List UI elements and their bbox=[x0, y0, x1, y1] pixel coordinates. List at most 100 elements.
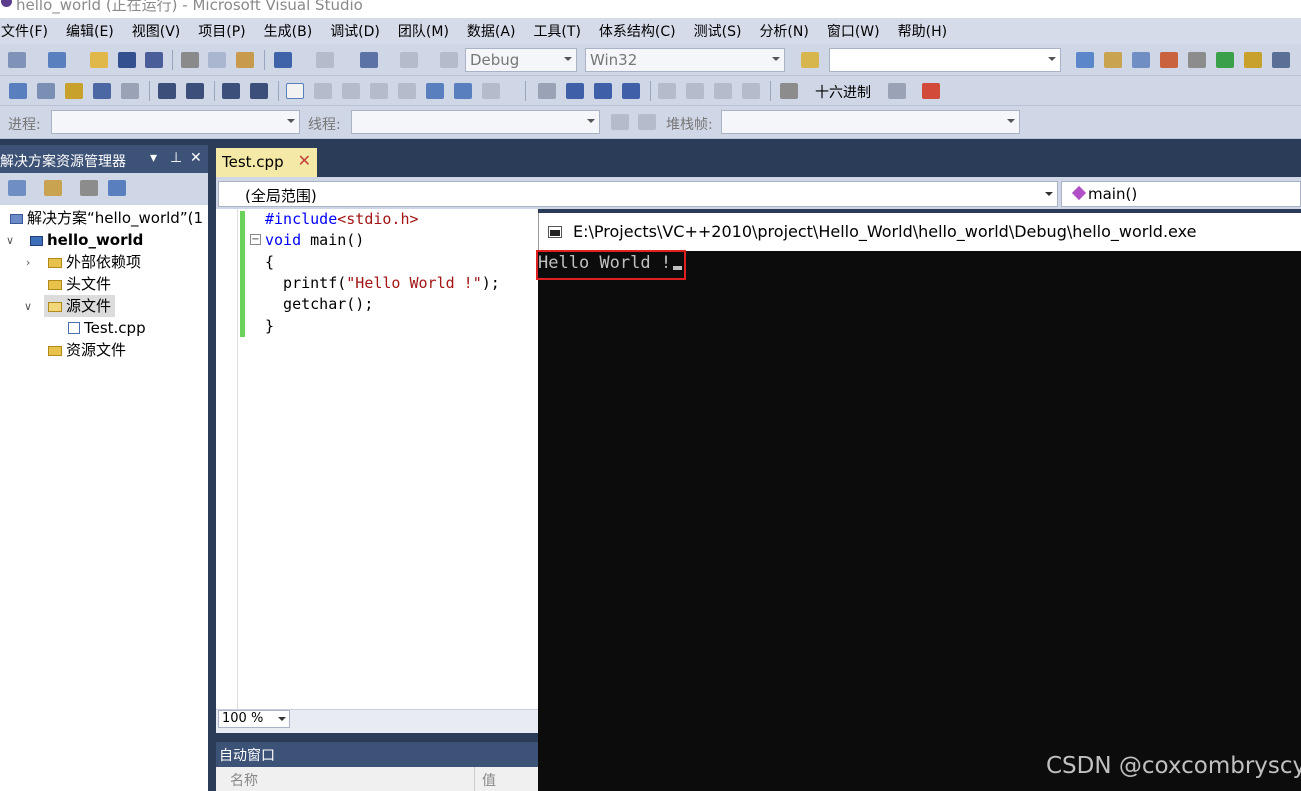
stop-debugging-icon[interactable] bbox=[594, 83, 612, 99]
cut-icon[interactable] bbox=[181, 52, 199, 68]
menu-window[interactable]: 窗口(W) bbox=[826, 21, 889, 41]
tab-test-cpp[interactable]: Test.cpp ✕ bbox=[216, 148, 317, 177]
breakpoints-window-icon[interactable] bbox=[922, 83, 940, 99]
redo-icon[interactable] bbox=[316, 52, 334, 68]
toolbox-icon[interactable] bbox=[1160, 52, 1178, 68]
menu-tools[interactable]: 工具(T) bbox=[532, 21, 589, 41]
column-name[interactable]: 名称 bbox=[230, 770, 258, 790]
undo-icon[interactable] bbox=[274, 52, 292, 68]
solution-node[interactable]: 解决方案“hello_world”(1 bbox=[10, 207, 203, 229]
column-value[interactable]: 值 bbox=[482, 770, 496, 790]
solution-explorer-icon[interactable] bbox=[1076, 52, 1094, 68]
tree-item-header-files[interactable]: 头文件 bbox=[48, 273, 111, 295]
menu-view[interactable]: 视图(V) bbox=[131, 21, 190, 41]
step-out-icon[interactable] bbox=[742, 83, 760, 99]
comment-lines-icon[interactable] bbox=[222, 83, 240, 99]
step-into-icon[interactable] bbox=[686, 83, 704, 99]
continue-icon[interactable] bbox=[538, 83, 556, 99]
navigate-backward-icon[interactable] bbox=[360, 52, 378, 68]
decrease-indent-icon[interactable] bbox=[158, 83, 176, 99]
navigate-forward-icon[interactable] bbox=[400, 52, 418, 68]
paste-icon[interactable] bbox=[236, 52, 254, 68]
start-page-icon[interactable] bbox=[1216, 52, 1234, 68]
quick-watch-icon[interactable] bbox=[780, 83, 798, 99]
new-project-icon[interactable] bbox=[8, 52, 26, 68]
properties-icon[interactable] bbox=[8, 180, 26, 196]
show-threads-icon[interactable] bbox=[888, 83, 906, 99]
thread-select[interactable] bbox=[351, 110, 600, 134]
find-combo[interactable] bbox=[829, 48, 1061, 72]
start-debug-icon[interactable] bbox=[440, 52, 458, 68]
bookmark-prev-document-icon[interactable] bbox=[426, 83, 444, 99]
menu-team[interactable]: 团队(M) bbox=[397, 21, 458, 41]
column-divider[interactable] bbox=[474, 767, 475, 791]
tree-item-resource-files[interactable]: 资源文件 bbox=[48, 339, 126, 361]
stackframe-select[interactable] bbox=[721, 110, 1020, 134]
bookmark-previous-icon[interactable] bbox=[314, 83, 332, 99]
complete-word-icon[interactable] bbox=[93, 83, 111, 99]
menu-data[interactable]: 数据(A) bbox=[466, 21, 525, 41]
quick-info-icon[interactable] bbox=[65, 83, 83, 99]
zoom-select[interactable]: 100 % bbox=[218, 710, 290, 728]
bookmark-prev-folder-icon[interactable] bbox=[370, 83, 388, 99]
bookmark-next-folder-icon[interactable] bbox=[398, 83, 416, 99]
show-next-statement-icon[interactable] bbox=[658, 83, 676, 99]
console-window[interactable]: Hello World ! bbox=[538, 251, 1301, 791]
menu-project[interactable]: 项目(P) bbox=[197, 21, 254, 41]
extension-manager-icon[interactable] bbox=[1244, 52, 1262, 68]
break-all-icon[interactable] bbox=[566, 83, 584, 99]
bookmark-next-document-icon[interactable] bbox=[454, 83, 472, 99]
process-select[interactable] bbox=[51, 110, 300, 134]
tree-item-external-deps[interactable]: 外部依赖项 bbox=[48, 251, 141, 273]
restart-icon[interactable] bbox=[622, 83, 640, 99]
hex-display-button[interactable]: 十六进制 bbox=[815, 82, 871, 102]
properties-icon[interactable] bbox=[1104, 52, 1122, 68]
command-window-icon[interactable] bbox=[1272, 52, 1290, 68]
tools-icon[interactable] bbox=[1188, 52, 1206, 68]
save-icon[interactable] bbox=[118, 52, 136, 68]
collapse-arrow-icon[interactable]: ∨ bbox=[6, 234, 14, 247]
menu-file[interactable]: 文件(F) bbox=[0, 21, 57, 41]
member-select[interactable]: main() bbox=[1061, 181, 1301, 207]
menu-build[interactable]: 生成(B) bbox=[263, 21, 322, 41]
menu-help[interactable]: 帮助(H) bbox=[897, 21, 956, 41]
save-all-icon[interactable] bbox=[145, 52, 163, 68]
find-in-files-icon[interactable] bbox=[801, 52, 819, 68]
add-item-icon[interactable] bbox=[48, 52, 66, 68]
parameter-info-icon[interactable] bbox=[37, 83, 55, 99]
collapse-arrow-icon[interactable]: ∨ bbox=[24, 300, 32, 313]
menu-edit[interactable]: 编辑(E) bbox=[65, 21, 123, 41]
flag-all-icon[interactable] bbox=[638, 114, 656, 130]
object-browser-icon[interactable] bbox=[1132, 52, 1150, 68]
open-file-icon[interactable] bbox=[90, 52, 108, 68]
increase-indent-icon[interactable] bbox=[186, 83, 204, 99]
configuration-select[interactable]: Debug bbox=[465, 48, 577, 72]
uncomment-lines-icon[interactable] bbox=[250, 83, 268, 99]
pin-icon[interactable]: ⊥ bbox=[170, 150, 182, 166]
step-over-icon[interactable] bbox=[714, 83, 732, 99]
bookmark-toggle-icon[interactable] bbox=[286, 83, 304, 99]
scope-select[interactable]: (全局范围) bbox=[218, 181, 1058, 207]
platform-select[interactable]: Win32 bbox=[585, 48, 785, 72]
show-all-files-icon[interactable] bbox=[44, 180, 62, 196]
class-diagram-icon[interactable] bbox=[108, 180, 126, 196]
tree-item-test-cpp[interactable]: Test.cpp bbox=[68, 317, 146, 339]
close-icon[interactable]: ✕ bbox=[190, 150, 202, 166]
tree-item-source-files[interactable]: 源文件 bbox=[44, 295, 116, 317]
bookmark-next-icon[interactable] bbox=[342, 83, 360, 99]
close-tab-icon[interactable]: ✕ bbox=[298, 151, 311, 170]
copy-icon[interactable] bbox=[208, 52, 226, 68]
menu-architecture[interactable]: 体系结构(C) bbox=[598, 21, 685, 41]
window-position-icon[interactable]: ▾ bbox=[150, 150, 157, 166]
view-code-icon[interactable] bbox=[80, 180, 98, 196]
display-word-completion-icon[interactable] bbox=[121, 83, 139, 99]
menu-test[interactable]: 测试(S) bbox=[693, 21, 751, 41]
member-list-icon[interactable] bbox=[9, 83, 27, 99]
menu-analyze[interactable]: 分析(N) bbox=[758, 21, 817, 41]
expand-arrow-icon[interactable]: › bbox=[26, 256, 30, 269]
project-node[interactable]: hello_world bbox=[30, 229, 143, 251]
outline-collapse-icon[interactable]: − bbox=[250, 234, 261, 245]
menu-debug[interactable]: 调试(D) bbox=[329, 21, 389, 41]
flag-icon[interactable] bbox=[611, 114, 629, 130]
clear-bookmarks-icon[interactable] bbox=[482, 83, 500, 99]
